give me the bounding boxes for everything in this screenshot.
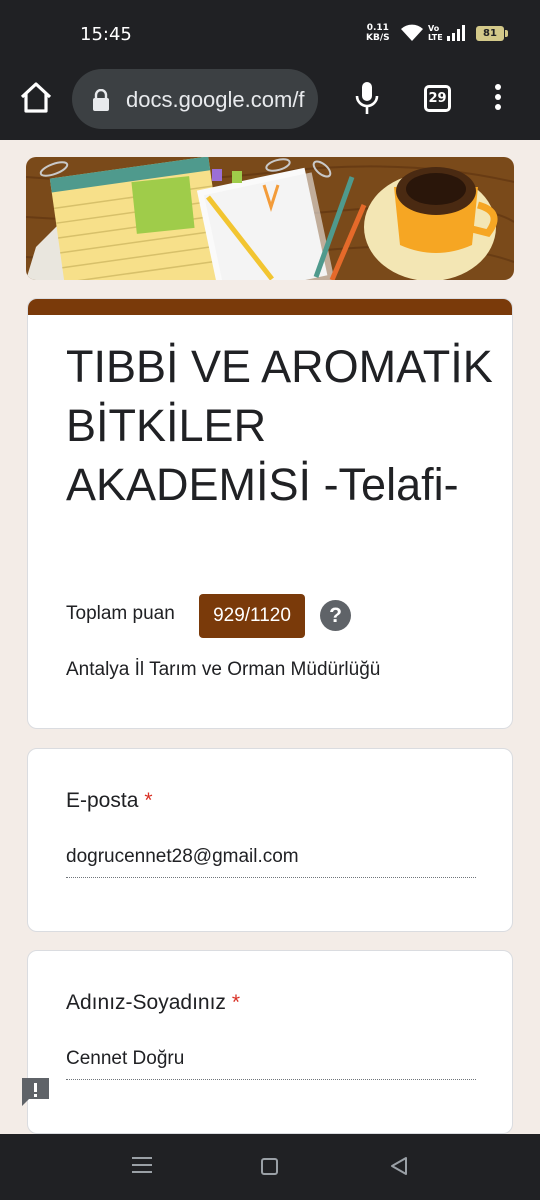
header-accent-bar bbox=[28, 299, 512, 315]
volte-indicator: Vo LTE bbox=[428, 24, 443, 42]
tab-switcher-button[interactable]: 29 bbox=[424, 85, 451, 112]
address-bar[interactable]: docs.google.com/f bbox=[72, 69, 318, 129]
status-time: 15:45 bbox=[80, 24, 132, 45]
battery-level: 81 bbox=[483, 28, 497, 39]
network-speed-unit: KB/S bbox=[366, 33, 390, 43]
volte-line-2: LTE bbox=[428, 33, 443, 42]
home-nav-icon[interactable] bbox=[261, 1158, 278, 1175]
question-card-email: E-posta * dogrucennet28@gmail.com bbox=[27, 748, 513, 932]
microphone-icon[interactable] bbox=[351, 80, 383, 116]
battery-icon: 81 bbox=[476, 26, 508, 41]
question-label-text: E-posta bbox=[66, 789, 139, 812]
name-field[interactable]: Cennet Doğru bbox=[66, 1048, 476, 1080]
overflow-menu-icon[interactable] bbox=[488, 82, 508, 114]
status-bar: 15:45 0.11 KB/S Vo LTE 81 bbox=[0, 0, 540, 66]
url-text: docs.google.com/f bbox=[126, 87, 305, 112]
wifi-icon bbox=[401, 24, 423, 41]
question-label: E-posta * bbox=[66, 789, 153, 813]
tab-count: 29 bbox=[428, 91, 447, 106]
header-banner-image bbox=[26, 157, 514, 280]
required-asterisk: * bbox=[144, 789, 153, 812]
signal-icon bbox=[447, 25, 465, 41]
help-icon[interactable]: ? bbox=[320, 600, 351, 631]
score-label: Toplam puan bbox=[66, 603, 175, 624]
form-description: Antalya İl Tarım ve Orman Müdürlüğü bbox=[66, 659, 381, 680]
form-title: TIBBİ VE AROMATİK BİTKİLER AKADEMİSİ -Te… bbox=[66, 341, 493, 510]
required-asterisk: * bbox=[231, 991, 241, 1014]
question-label-text: Adınız-Soyadınız bbox=[66, 991, 226, 1014]
system-navigation-bar bbox=[0, 1134, 540, 1200]
browser-toolbar: docs.google.com/f 29 bbox=[0, 66, 540, 140]
back-icon[interactable] bbox=[389, 1156, 409, 1176]
question-card-name: Adınız-Soyadınız * Cennet Doğru bbox=[27, 950, 513, 1134]
recent-apps-icon[interactable] bbox=[132, 1156, 152, 1174]
network-speed-value: 0.11 bbox=[366, 23, 389, 33]
lock-icon bbox=[93, 89, 109, 111]
home-icon[interactable] bbox=[18, 80, 54, 116]
question-label: Adınız-Soyadınız * bbox=[66, 991, 240, 1015]
volte-line-1: Vo bbox=[428, 24, 440, 33]
report-feedback-icon[interactable] bbox=[20, 1076, 51, 1108]
score-badge: 929/1120 bbox=[199, 594, 305, 638]
network-speed: 0.11 KB/S bbox=[366, 23, 390, 43]
form-header-card: TIBBİ VE AROMATİK BİTKİLER AKADEMİSİ -Te… bbox=[27, 298, 513, 729]
email-field[interactable]: dogrucennet28@gmail.com bbox=[66, 846, 476, 878]
